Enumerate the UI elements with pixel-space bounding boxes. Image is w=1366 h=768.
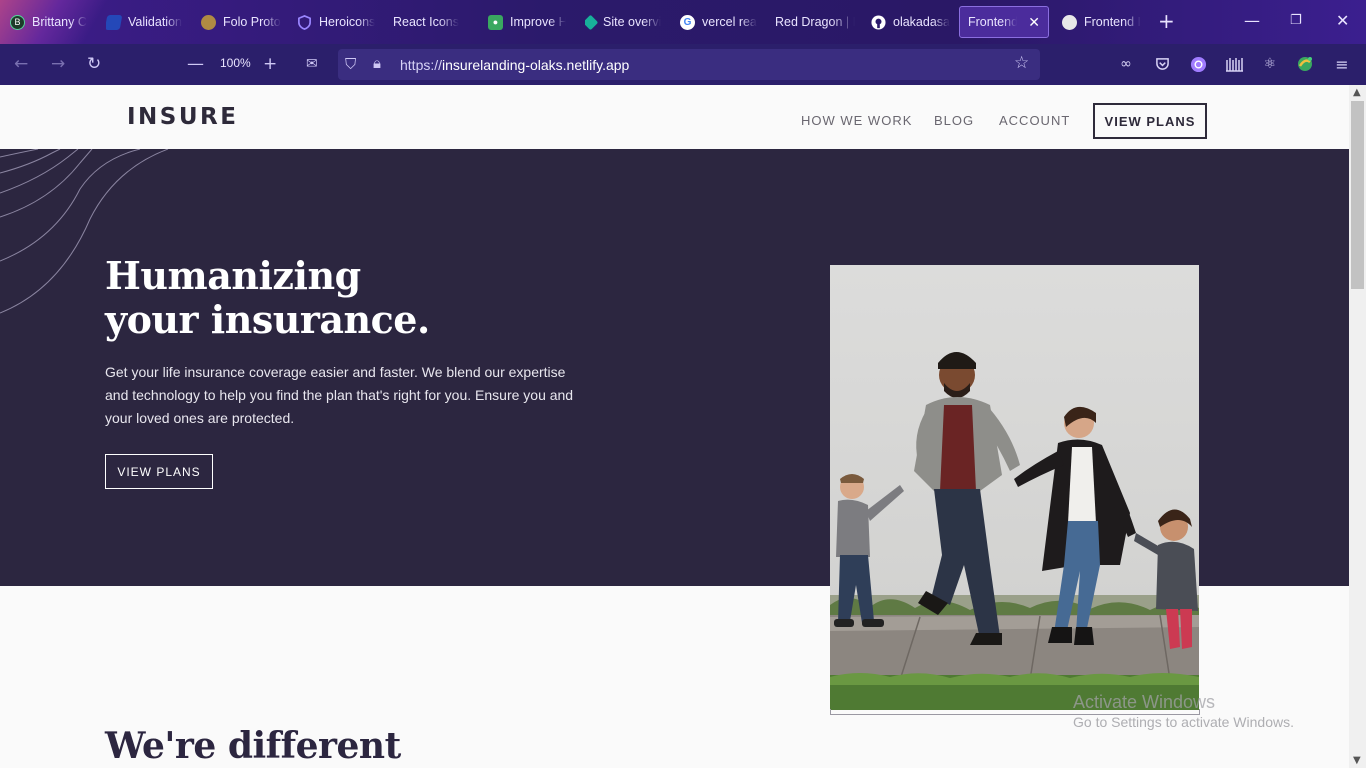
tab-validation[interactable]: Validation	[106, 6, 186, 38]
scroll-up-icon[interactable]: ▲	[1353, 87, 1361, 98]
view-plans-nav-button[interactable]: VIEW PLANS	[1093, 103, 1207, 139]
window-close-icon[interactable]: ✕	[1336, 12, 1349, 30]
tab-improve[interactable]: ● Improve H	[488, 6, 566, 38]
tab-frontend-active[interactable]: Frontend M ✕	[959, 6, 1049, 38]
minimize-icon[interactable]: —	[1244, 12, 1260, 30]
url-text[interactable]: https://insurelanding-olaks.netlify.app	[400, 57, 629, 73]
extension-globe-icon[interactable]	[1296, 55, 1314, 73]
scrollbar-thumb[interactable]	[1351, 101, 1364, 289]
browser-toolbar: ← → ↻ — 100% + ✉ ⛉ 🔒︎ https://insureland…	[0, 44, 1366, 85]
tab-github[interactable]: olakadasa	[871, 6, 951, 38]
mail-icon[interactable]: ✉	[306, 54, 318, 74]
scroll-down-icon[interactable]: ▼	[1353, 755, 1361, 766]
tab-red-dragon[interactable]: Red Dragon | I	[775, 6, 857, 38]
google-icon: G	[680, 14, 695, 30]
tab-frontend-2[interactable]: Frontend I	[1062, 6, 1142, 38]
forward-arrow-icon[interactable]: →	[51, 54, 65, 74]
nav-account[interactable]: ACCOUNT	[999, 113, 1070, 128]
view-plans-hero-button[interactable]: VIEW PLANS	[105, 454, 213, 489]
menu-hamburger-icon[interactable]: ≡	[1333, 55, 1351, 74]
reload-icon[interactable]: ↻	[87, 54, 101, 74]
incognito-mask-icon[interactable]: ∞	[1117, 55, 1135, 73]
zoom-out-icon[interactable]: —	[187, 54, 204, 74]
bookmark-star-icon[interactable]: ☆	[1014, 53, 1029, 73]
restore-icon[interactable]: ❐	[1290, 12, 1302, 30]
tab-favicon-icon	[106, 14, 123, 30]
page-scrollbar[interactable]: ▲ ▼	[1349, 85, 1366, 768]
tab-brittany[interactable]: B Brittany C	[10, 6, 92, 38]
tab-heroicons[interactable]: Heroicons	[297, 6, 379, 38]
nav-how-we-work[interactable]: HOW WE WORK	[801, 113, 912, 128]
windows-activation-hint: Go to Settings to activate Windows.	[1073, 714, 1294, 730]
zoom-in-icon[interactable]: +	[263, 54, 277, 74]
pocket-icon[interactable]	[1153, 55, 1171, 73]
tab-favicon-icon	[1062, 14, 1077, 30]
nav-blog[interactable]: BLOG	[934, 113, 974, 128]
windows-activation-watermark: Activate Windows	[1073, 692, 1216, 712]
tab-folo[interactable]: Folo Proto	[201, 6, 281, 38]
tab-vercel[interactable]: G vercel rea	[680, 6, 760, 38]
netlify-diamond-icon	[585, 14, 599, 30]
shield-icon	[297, 14, 312, 30]
back-arrow-icon[interactable]: ←	[14, 54, 28, 74]
site-header: INSURE HOW WE WORK BLOG ACCOUNT VIEW PLA…	[0, 85, 1349, 149]
address-bar[interactable]: ⛉ 🔒︎ https://insurelanding-olaks.netlify…	[338, 49, 1040, 80]
hero-title: Humanizing your insurance.	[105, 253, 430, 342]
section-title-different: We're different	[105, 725, 401, 767]
zoom-level[interactable]: 100%	[220, 56, 251, 70]
lock-icon[interactable]: 🔒︎	[373, 53, 381, 73]
map-pin-icon: ●	[488, 14, 503, 30]
tab-site-overview[interactable]: Site overvi	[585, 6, 665, 38]
tab-favicon-icon	[201, 14, 216, 30]
browser-tab-bar: B Brittany C Validation Folo Proto Heroi…	[0, 0, 1366, 44]
react-devtools-icon[interactable]: ⚛	[1261, 55, 1279, 73]
hero-family-photo	[830, 265, 1199, 710]
site-logo[interactable]: INSURE	[127, 104, 238, 130]
tab-favicon-icon: B	[10, 14, 25, 30]
page-viewport: INSURE HOW WE WORK BLOG ACCOUNT VIEW PLA…	[0, 85, 1349, 768]
hero-description: Get your life insurance coverage easier …	[105, 364, 574, 426]
github-icon	[871, 14, 886, 30]
account-circle-icon[interactable]	[1189, 55, 1207, 73]
tab-react-icons[interactable]: React Icons	[393, 6, 473, 38]
shield-icon[interactable]: ⛉	[345, 54, 356, 74]
library-icon[interactable]	[1225, 55, 1243, 73]
close-icon[interactable]: ✕	[1028, 14, 1040, 31]
new-tab-button[interactable]: +	[1158, 11, 1175, 31]
